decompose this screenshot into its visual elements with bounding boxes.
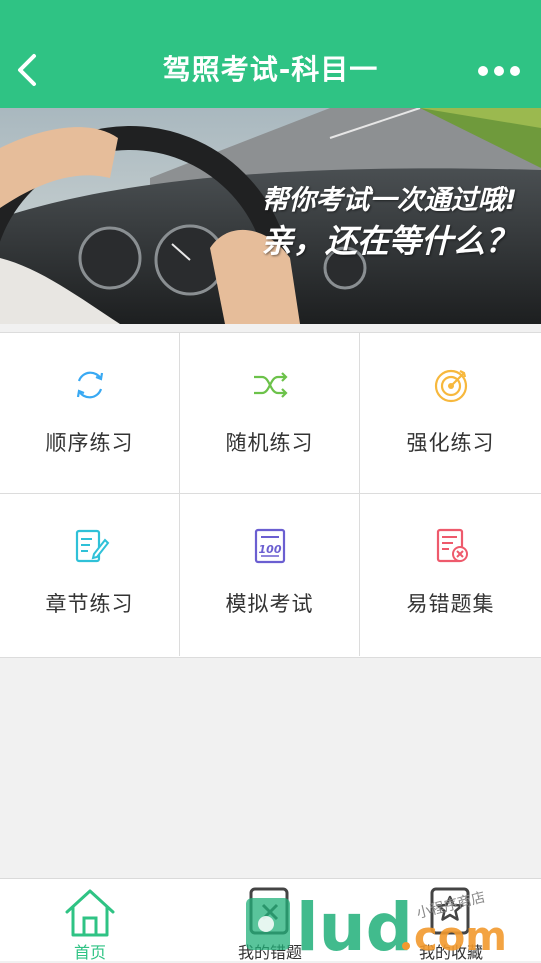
menu-item-sequential[interactable]: 顺序练习 <box>0 333 180 494</box>
menu-item-label: 易错题集 <box>406 592 495 616</box>
tab-wrong-questions[interactable]: 我的错题 <box>180 879 360 962</box>
tab-label: 我的收藏 <box>418 943 483 962</box>
star-doc-icon <box>430 887 470 935</box>
svg-text:100: 100 <box>258 543 281 556</box>
menu-item-label: 强化练习 <box>406 431 495 455</box>
menu-item-label: 模拟考试 <box>225 592 314 616</box>
tab-label: 首页 <box>73 943 106 962</box>
page-title: 驾照考试-科目一 <box>162 53 379 86</box>
tab-favorites[interactable]: 我的收藏 <box>361 879 541 962</box>
menu-item-label: 顺序练习 <box>45 431 134 455</box>
shuffle-icon <box>253 372 288 398</box>
error-doc-icon <box>436 528 468 563</box>
home-icon <box>65 889 115 937</box>
bottom-tab-bar: 首页 我的错题 我的收藏 <box>0 878 541 962</box>
target-icon <box>434 369 467 403</box>
menu-item-label: 章节练习 <box>45 592 134 616</box>
menu-item-mock-exam[interactable]: 100 模拟考试 <box>180 494 360 656</box>
wrong-book-icon <box>249 887 289 935</box>
more-dots-icon <box>478 66 520 76</box>
header-bar: 驾照考试-科目一 <box>0 0 541 108</box>
menu-item-chapter[interactable]: 章节练习 <box>0 494 180 656</box>
tab-label: 我的错题 <box>237 943 302 962</box>
exam-score-icon: 100 <box>254 528 285 564</box>
banner-headline: 帮你考试一次通过哦! <box>261 185 517 216</box>
menu-item-random[interactable]: 随机练习 <box>180 333 360 494</box>
refresh-icon <box>76 371 103 399</box>
menu-item-error-prone[interactable]: 易错题集 <box>360 494 541 656</box>
document-edit-icon <box>75 529 109 563</box>
tab-home[interactable]: 首页 <box>0 879 180 962</box>
menu-item-intensive[interactable]: 强化练习 <box>360 333 541 494</box>
practice-menu: 顺序练习 随机练习 强化练习 章节练习 100 模拟考试 易错题集 <box>0 332 541 658</box>
banner-subheadline: 亲，还在等什么？ <box>260 222 517 260</box>
menu-item-label: 随机练习 <box>225 431 314 455</box>
promo-banner[interactable]: 帮你考试一次通过哦! 亲，还在等什么？ <box>0 108 541 324</box>
more-button[interactable] <box>477 62 521 80</box>
